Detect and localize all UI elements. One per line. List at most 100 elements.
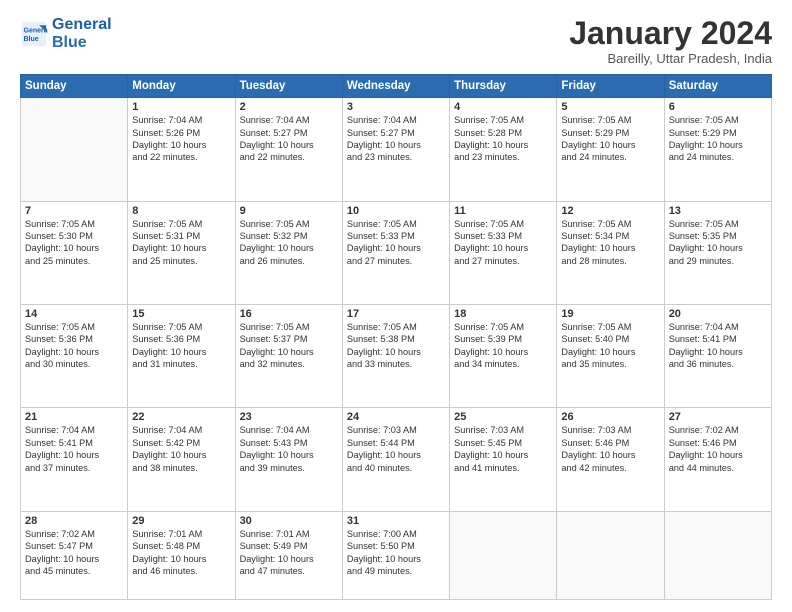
col-friday: Friday [557, 75, 664, 98]
day-number-22: 22 [132, 411, 230, 423]
logo-icon: General Blue [20, 20, 48, 48]
day-number-29: 29 [132, 515, 230, 527]
week-row-4: 21Sunrise: 7:04 AMSunset: 5:41 PMDayligh… [21, 408, 772, 511]
cell-text-line: Sunrise: 7:05 AM [25, 321, 123, 333]
cell-0-2: 2Sunrise: 7:04 AMSunset: 5:27 PMDaylight… [235, 98, 342, 201]
cell-text-line: and 26 minutes. [240, 255, 338, 267]
cell-text-line: Daylight: 10 hours [25, 553, 123, 565]
cell-text-line: Daylight: 10 hours [561, 449, 659, 461]
cell-text-line: and 24 minutes. [669, 151, 767, 163]
cell-text-line: Sunrise: 7:05 AM [669, 218, 767, 230]
cell-2-4: 18Sunrise: 7:05 AMSunset: 5:39 PMDayligh… [450, 304, 557, 407]
cell-text-line: Daylight: 10 hours [561, 139, 659, 151]
logo-text-line2: Blue [52, 34, 112, 52]
cell-text-line: Daylight: 10 hours [561, 242, 659, 254]
cell-text-line: Sunset: 5:29 PM [561, 127, 659, 139]
cell-text-line: Sunset: 5:45 PM [454, 437, 552, 449]
cell-text-line: Daylight: 10 hours [132, 449, 230, 461]
cell-text-line: and 29 minutes. [669, 255, 767, 267]
cell-text-line: Sunrise: 7:04 AM [240, 424, 338, 436]
cell-text-line: Sunrise: 7:01 AM [132, 528, 230, 540]
cell-text-line: Daylight: 10 hours [669, 139, 767, 151]
cell-text-line: Sunrise: 7:05 AM [240, 321, 338, 333]
cell-text-line: Sunrise: 7:05 AM [669, 114, 767, 126]
cell-text-line: Sunrise: 7:01 AM [240, 528, 338, 540]
cell-1-3: 10Sunrise: 7:05 AMSunset: 5:33 PMDayligh… [342, 201, 449, 304]
cell-text-line: Daylight: 10 hours [347, 449, 445, 461]
cell-1-1: 8Sunrise: 7:05 AMSunset: 5:31 PMDaylight… [128, 201, 235, 304]
cell-1-2: 9Sunrise: 7:05 AMSunset: 5:32 PMDaylight… [235, 201, 342, 304]
cell-text-line: Sunrise: 7:05 AM [561, 114, 659, 126]
cell-text-line: Sunset: 5:31 PM [132, 230, 230, 242]
day-number-24: 24 [347, 411, 445, 423]
day-number-16: 16 [240, 308, 338, 320]
day-number-23: 23 [240, 411, 338, 423]
cell-3-4: 25Sunrise: 7:03 AMSunset: 5:45 PMDayligh… [450, 408, 557, 511]
cell-0-0 [21, 98, 128, 201]
col-tuesday: Tuesday [235, 75, 342, 98]
cell-text-line: Sunrise: 7:04 AM [240, 114, 338, 126]
day-number-13: 13 [669, 205, 767, 217]
cell-text-line: Daylight: 10 hours [669, 242, 767, 254]
cell-text-line: Sunrise: 7:03 AM [347, 424, 445, 436]
cell-text-line: Sunset: 5:37 PM [240, 333, 338, 345]
week-row-3: 14Sunrise: 7:05 AMSunset: 5:36 PMDayligh… [21, 304, 772, 407]
cell-text-line: Sunrise: 7:02 AM [669, 424, 767, 436]
cell-text-line: Sunset: 5:30 PM [25, 230, 123, 242]
cell-0-5: 5Sunrise: 7:05 AMSunset: 5:29 PMDaylight… [557, 98, 664, 201]
svg-text:Blue: Blue [24, 36, 39, 43]
cell-text-line: Sunrise: 7:05 AM [454, 218, 552, 230]
cell-text-line: Sunset: 5:42 PM [132, 437, 230, 449]
day-number-30: 30 [240, 515, 338, 527]
cell-text-line: and 30 minutes. [25, 358, 123, 370]
cell-text-line: Daylight: 10 hours [347, 139, 445, 151]
day-number-26: 26 [561, 411, 659, 423]
cell-text-line: Sunset: 5:50 PM [347, 540, 445, 552]
cell-3-0: 21Sunrise: 7:04 AMSunset: 5:41 PMDayligh… [21, 408, 128, 511]
cell-text-line: Daylight: 10 hours [240, 449, 338, 461]
cell-text-line: Sunset: 5:33 PM [347, 230, 445, 242]
cell-text-line: Sunrise: 7:04 AM [25, 424, 123, 436]
cell-text-line: Sunrise: 7:04 AM [669, 321, 767, 333]
col-monday: Monday [128, 75, 235, 98]
cell-1-0: 7Sunrise: 7:05 AMSunset: 5:30 PMDaylight… [21, 201, 128, 304]
week-row-1: 1Sunrise: 7:04 AMSunset: 5:26 PMDaylight… [21, 98, 772, 201]
cell-text-line: Sunrise: 7:04 AM [132, 114, 230, 126]
logo: General Blue General Blue [20, 16, 112, 53]
cell-text-line: and 33 minutes. [347, 358, 445, 370]
cell-text-line: and 32 minutes. [240, 358, 338, 370]
cell-text-line: Sunrise: 7:05 AM [561, 321, 659, 333]
day-number-8: 8 [132, 205, 230, 217]
cell-text-line: Sunrise: 7:03 AM [561, 424, 659, 436]
col-thursday: Thursday [450, 75, 557, 98]
cell-text-line: Sunrise: 7:05 AM [347, 218, 445, 230]
cell-text-line: and 47 minutes. [240, 565, 338, 577]
cell-0-6: 6Sunrise: 7:05 AMSunset: 5:29 PMDaylight… [664, 98, 771, 201]
header: General Blue General Blue January 2024 B… [20, 16, 772, 66]
day-number-1: 1 [132, 101, 230, 113]
cell-text-line: and 39 minutes. [240, 462, 338, 474]
cell-0-3: 3Sunrise: 7:04 AMSunset: 5:27 PMDaylight… [342, 98, 449, 201]
cell-text-line: Sunset: 5:41 PM [669, 333, 767, 345]
cell-text-line: Sunset: 5:44 PM [347, 437, 445, 449]
cell-text-line: Sunset: 5:41 PM [25, 437, 123, 449]
cell-text-line: Daylight: 10 hours [25, 242, 123, 254]
cell-text-line: Sunrise: 7:05 AM [454, 114, 552, 126]
cell-text-line: Sunset: 5:39 PM [454, 333, 552, 345]
cell-text-line: Daylight: 10 hours [347, 242, 445, 254]
col-saturday: Saturday [664, 75, 771, 98]
cell-text-line: Daylight: 10 hours [669, 346, 767, 358]
day-number-31: 31 [347, 515, 445, 527]
cell-text-line: Sunset: 5:46 PM [669, 437, 767, 449]
cell-text-line: Daylight: 10 hours [25, 346, 123, 358]
day-number-19: 19 [561, 308, 659, 320]
cell-text-line: Daylight: 10 hours [132, 242, 230, 254]
cell-text-line: Daylight: 10 hours [454, 242, 552, 254]
cell-text-line: Sunrise: 7:05 AM [25, 218, 123, 230]
cell-text-line: Daylight: 10 hours [240, 553, 338, 565]
cell-text-line: and 41 minutes. [454, 462, 552, 474]
day-number-5: 5 [561, 101, 659, 113]
day-number-4: 4 [454, 101, 552, 113]
cell-text-line: Daylight: 10 hours [347, 553, 445, 565]
cell-text-line: Sunset: 5:48 PM [132, 540, 230, 552]
